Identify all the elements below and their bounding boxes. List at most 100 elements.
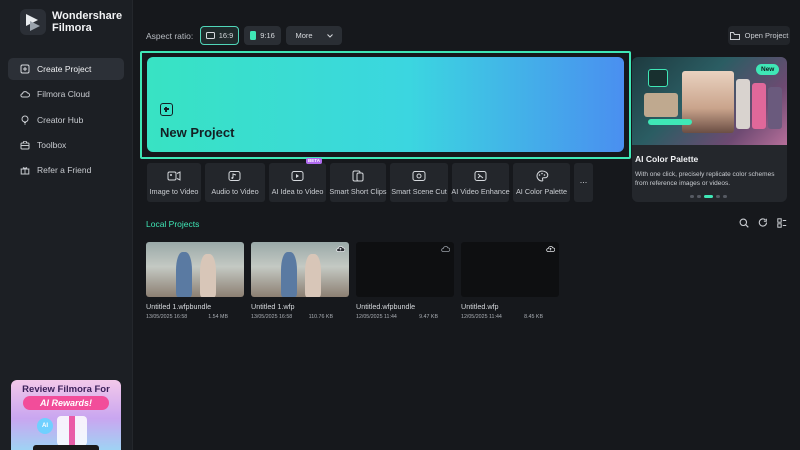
sidebar-item-toolbox[interactable]: Toolbox [8, 134, 124, 156]
beta-badge: BETA [306, 158, 322, 164]
brand-line1: Wondershare [52, 10, 123, 22]
tool-image-to-video[interactable]: Image to Video [147, 163, 201, 202]
create-project-icon [20, 64, 30, 74]
project-name: Untitled.wfp [461, 302, 499, 311]
open-project-label: Open Project [744, 31, 789, 40]
project-meta: 13/05/2025 16:58 110.76 KB [251, 314, 349, 320]
sidebar-item-label: Creator Hub [37, 114, 84, 125]
project-card[interactable]: Untitled.wfpbundle 12/05/2025 11:44 9.47… [356, 242, 454, 320]
project-thumbnail [146, 242, 244, 297]
tool-ai-video-enhance[interactable]: AI Video Enhance [451, 163, 510, 202]
search-icon[interactable] [739, 218, 749, 228]
gift-box-icon [57, 416, 87, 446]
more-tools-button[interactable]: ... [574, 163, 593, 202]
cloud-icon [20, 89, 30, 99]
color-palette-icon [535, 169, 549, 183]
project-date: 12/05/2025 11:44 [356, 314, 397, 320]
promo-badge: AI Rewards! [23, 396, 109, 410]
feature-card-ai-color-palette[interactable]: New AI Color Palette With one click, pre… [632, 57, 787, 202]
tool-label: AI Color Palette [515, 187, 568, 196]
project-date: 13/05/2025 16:58 [146, 314, 188, 320]
carousel-dot[interactable] [723, 195, 727, 198]
audio-to-video-icon [228, 169, 242, 183]
sidebar: Wondershare Filmora Create Project Filmo… [0, 0, 133, 450]
refresh-icon[interactable] [758, 218, 768, 228]
new-project-label: New Project [160, 125, 235, 140]
tool-audio-to-video[interactable]: Audio to Video [205, 163, 265, 202]
ratio-16-9-label: 16:9 [218, 31, 234, 40]
project-card[interactable]: Untitled.wfp 12/05/2025 11:44 8.45 KB [461, 242, 559, 320]
ratio-16-9-button[interactable]: 16:9 [200, 26, 239, 45]
ratio-9-16-label: 9:16 [260, 31, 275, 40]
sidebar-item-label: Refer a Friend [37, 165, 92, 176]
sidebar-item-refer-a-friend[interactable]: Refer a Friend [8, 159, 124, 181]
project-name: Untitled 1.wfp [251, 302, 295, 311]
carousel-dots[interactable] [690, 195, 730, 198]
project-date: 12/05/2025 11:44 [461, 314, 502, 320]
project-thumbnail [251, 242, 349, 297]
project-size: 9.47 KB [419, 314, 438, 320]
add-square-icon [160, 103, 173, 116]
sidebar-item-label: Filmora Cloud [37, 89, 90, 100]
tool-label: Smart Scene Cut [391, 187, 447, 196]
tool-label: Smart Short Clips [329, 187, 387, 196]
feature-description: With one click, precisely replicate colo… [635, 171, 775, 187]
local-projects-toolbar [739, 218, 796, 228]
sidebar-item-label: Create Project [37, 64, 92, 74]
project-meta: 12/05/2025 11:44 8.45 KB [461, 314, 559, 320]
review-promo-banner[interactable]: Review Filmora For AI Rewards! AI [11, 380, 121, 450]
folder-icon [729, 31, 740, 40]
tool-ai-idea-to-video[interactable]: AI Idea to Video [269, 163, 326, 202]
tool-smart-scene-cut[interactable]: Smart Scene Cut [390, 163, 448, 202]
aspect-ratio-label: Aspect ratio: [146, 31, 194, 41]
tool-smart-short-clips[interactable]: Smart Short Clips [329, 163, 387, 202]
video-enhance-icon [474, 169, 488, 183]
tool-label: Image to Video [149, 187, 199, 196]
landscape-icon [205, 32, 215, 39]
brand-name: Wondershare Filmora [52, 10, 122, 34]
local-projects-title: Local Projects [146, 219, 200, 229]
sidebar-item-create-project[interactable]: Create Project [8, 58, 124, 80]
tool-label: AI Video Enhance [451, 187, 510, 196]
portrait-icon [250, 31, 257, 40]
short-clips-icon [351, 169, 365, 183]
cloud-upload-icon[interactable] [336, 245, 345, 252]
feature-title: AI Color Palette [635, 154, 699, 164]
new-badge: New [756, 64, 780, 75]
tool-ai-color-palette[interactable]: AI Color Palette [513, 163, 570, 202]
project-card[interactable]: Untitled 1.wfpbundle 13/05/2025 16:58 1.… [146, 242, 244, 320]
open-project-button[interactable]: Open Project [728, 26, 790, 45]
new-project-button[interactable]: New Project [147, 57, 624, 152]
project-name: Untitled 1.wfpbundle [146, 302, 212, 311]
sidebar-item-creator-hub[interactable]: Creator Hub [8, 109, 124, 131]
sidebar-item-label: Toolbox [37, 139, 67, 150]
toolbox-icon [20, 140, 30, 150]
layout-toggle-icon[interactable] [777, 218, 787, 228]
cloud-icon[interactable] [441, 245, 450, 252]
ai-idea-icon [291, 169, 305, 183]
cloud-upload-icon[interactable] [546, 245, 555, 252]
gift-icon [20, 165, 30, 175]
project-meta: 13/05/2025 16:58 1.54 MB [146, 314, 244, 320]
project-card[interactable]: Untitled 1.wfp 13/05/2025 16:58 110.76 K… [251, 242, 349, 320]
carousel-dot[interactable] [697, 195, 701, 198]
project-date: 13/05/2025 16:58 [251, 314, 293, 320]
carousel-dot[interactable] [690, 195, 694, 198]
ratio-9-16-button[interactable]: 9:16 [244, 26, 281, 45]
more-ratio-dropdown[interactable]: More [286, 26, 342, 45]
project-size: 1.54 MB [208, 314, 228, 320]
carousel-dot[interactable] [716, 195, 720, 198]
bulb-icon [20, 115, 30, 125]
image-to-video-icon [167, 169, 181, 183]
project-name: Untitled.wfpbundle [356, 302, 416, 311]
carousel-dot-active[interactable] [704, 195, 713, 198]
app-logo[interactable]: Wondershare Filmora [20, 9, 122, 35]
brand-line2: Filmora [52, 22, 92, 34]
promo-title: Review Filmora For [22, 384, 110, 395]
chevron-down-icon [326, 33, 333, 38]
project-thumbnail [356, 242, 454, 297]
project-meta: 12/05/2025 11:44 9.47 KB [356, 314, 454, 320]
sidebar-item-filmora-cloud[interactable]: Filmora Cloud [8, 83, 124, 105]
tool-label: Audio to Video [211, 187, 259, 196]
project-size: 8.45 KB [524, 314, 543, 320]
